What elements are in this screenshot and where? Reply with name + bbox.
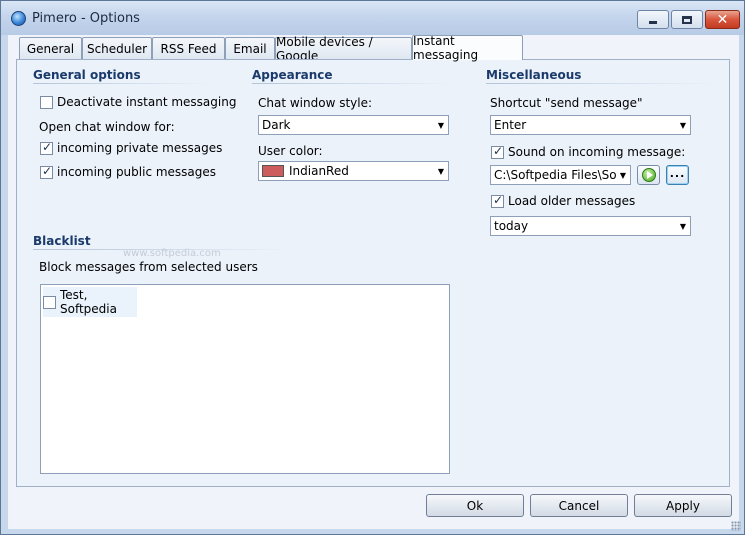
cancel-button[interactable]: Cancel [530, 494, 628, 517]
incoming-private-checkbox[interactable]: incoming private messages [40, 140, 223, 155]
blacklist-divider [33, 249, 293, 250]
incoming-private-checkbox-box[interactable] [40, 140, 53, 155]
browse-button-label: ... [669, 166, 686, 180]
incoming-public-label: incoming public messages [57, 165, 217, 179]
resize-grip-icon[interactable] [731, 521, 741, 531]
general-options-heading: General options [33, 68, 141, 82]
window-title: Pimero - Options [32, 11, 140, 26]
options-window: Pimero - Options ✕ General Scheduler RSS… [0, 0, 745, 535]
close-icon: ✕ [716, 11, 729, 28]
sound-file-select[interactable]: C:\Softpedia Files\Sof... ▼ [490, 165, 631, 185]
deactivate-im-label: Deactivate instant messaging [57, 95, 237, 109]
chat-window-style-value: Dark [262, 118, 291, 132]
load-older-select[interactable]: today ▼ [490, 216, 691, 236]
user-color-select[interactable]: IndianRed ▼ [258, 161, 449, 181]
chat-window-style-select[interactable]: Dark ▼ [258, 115, 449, 135]
chevron-down-icon: ▼ [679, 221, 687, 231]
incoming-public-checkbox-box[interactable] [40, 164, 53, 179]
tab-general[interactable]: General [19, 37, 82, 59]
block-messages-label: Block messages from selected users [39, 260, 258, 274]
dialog-client-area: General Scheduler RSS Feed Email Mobile … [8, 34, 739, 529]
chevron-down-icon: ▼ [437, 166, 445, 176]
tab-mobile-devices-google[interactable]: Mobile devices / Google [275, 35, 412, 63]
miscellaneous-divider [486, 83, 716, 84]
open-chat-label: Open chat window for: [39, 120, 175, 134]
close-button[interactable]: ✕ [705, 10, 740, 29]
sound-incoming-checkbox[interactable]: Sound on incoming message: [491, 144, 686, 159]
apply-button[interactable]: Apply [634, 494, 732, 517]
shortcut-send-value: Enter [494, 118, 527, 132]
tab-email[interactable]: Email [225, 37, 275, 59]
load-older-value: today [494, 219, 529, 233]
maximize-button[interactable] [671, 10, 703, 29]
tab-instant-messaging[interactable]: Instant messaging [412, 34, 523, 62]
deactivate-im-checkbox[interactable]: Deactivate instant messaging [40, 95, 236, 109]
color-swatch-icon [262, 165, 284, 177]
minimize-icon [649, 21, 657, 24]
blacklist-user-checkbox[interactable] [43, 295, 56, 309]
list-item[interactable]: Test, Softpedia [43, 287, 137, 317]
load-older-label: Load older messages [508, 194, 636, 208]
shortcut-send-label: Shortcut "send message" [490, 96, 643, 110]
appearance-heading: Appearance [252, 68, 333, 82]
blacklist-user-list[interactable]: Test, Softpedia [40, 284, 450, 474]
user-color-value: IndianRed [289, 164, 349, 178]
sound-file-value: C:\Softpedia Files\Sof... [494, 168, 616, 182]
chevron-down-icon: ▼ [679, 120, 687, 130]
chevron-down-icon: ▼ [619, 170, 627, 180]
blacklist-user-name: Test, Softpedia [60, 288, 117, 316]
tab-rss-feed[interactable]: RSS Feed [152, 37, 225, 59]
play-sound-button[interactable] [637, 165, 660, 185]
chat-window-style-label: Chat window style: [258, 96, 373, 110]
deactivate-im-checkbox-box[interactable] [40, 95, 53, 109]
chevron-down-icon: ▼ [437, 120, 445, 130]
instant-messaging-panel: General options Deactivate instant messa… [16, 59, 730, 487]
incoming-public-checkbox[interactable]: incoming public messages [40, 164, 217, 179]
load-older-checkbox-box[interactable] [491, 193, 504, 208]
blacklist-heading: Blacklist [33, 234, 91, 248]
play-icon [641, 168, 656, 182]
browse-sound-button[interactable]: ... [666, 165, 689, 185]
sound-incoming-checkbox-box[interactable] [491, 144, 504, 159]
sound-incoming-label: Sound on incoming message: [508, 145, 686, 159]
tab-scheduler[interactable]: Scheduler [82, 37, 152, 59]
minimize-button[interactable] [637, 10, 669, 29]
miscellaneous-heading: Miscellaneous [486, 68, 582, 82]
incoming-private-label: incoming private messages [57, 141, 223, 155]
maximize-icon [682, 15, 692, 24]
appearance-divider [252, 83, 452, 84]
general-options-divider [33, 83, 213, 84]
load-older-checkbox[interactable]: Load older messages [491, 193, 636, 208]
user-color-label: User color: [258, 144, 323, 158]
ok-button[interactable]: Ok [426, 494, 524, 517]
pimero-logo-icon [11, 11, 26, 26]
shortcut-send-select[interactable]: Enter ▼ [490, 115, 691, 135]
title-bar[interactable]: Pimero - Options ✕ [1, 1, 744, 35]
